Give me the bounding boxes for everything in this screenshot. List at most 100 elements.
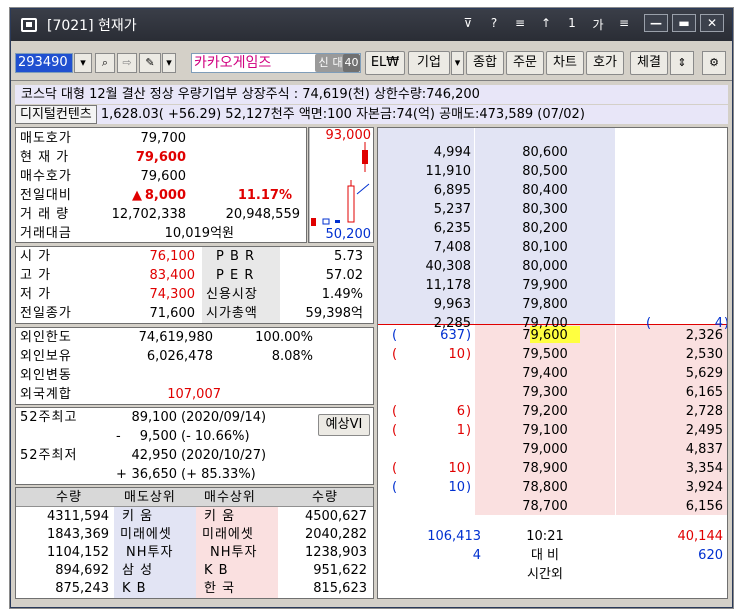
bid-qty: 5,629 bbox=[685, 366, 723, 381]
broker-row: 1843,369 미래에셋 미래에셋 2040,282 bbox=[16, 525, 373, 544]
order-book: 4,994 80,600 11,910 80,500 6,895 80,400 … bbox=[377, 127, 728, 599]
toolbar: 293490 ▾ ⌕ ⇨ ✎ ▾ 카카오게임즈 신 대 40 EL₩ 기업 ▾ … bbox=[11, 43, 732, 81]
el-button[interactable]: EL₩ bbox=[365, 51, 405, 75]
ask-row[interactable]: 40,308 80,000 bbox=[378, 257, 727, 276]
ask-price: 80,600 bbox=[522, 145, 568, 160]
bid-row[interactable]: 79,300 6,165 bbox=[378, 383, 727, 402]
ask-row[interactable]: 5,237 80,300 bbox=[378, 200, 727, 219]
ask-row[interactable]: 7,408 80,100 bbox=[378, 238, 727, 257]
wrench-icon[interactable]: ⚙ bbox=[702, 51, 726, 75]
mini-candle-chart[interactable]: 93,000 50,200 bbox=[308, 127, 374, 243]
prev-volume-value: 20,948,559 bbox=[225, 207, 300, 222]
low-value: 74,300 bbox=[149, 287, 196, 302]
market-cap-label: 시가총액 bbox=[206, 306, 258, 321]
help-icon[interactable]: ? bbox=[486, 16, 502, 33]
ask-qty: 40,308 bbox=[425, 259, 472, 274]
ask-row[interactable]: 11,178 79,900 bbox=[378, 276, 727, 295]
row-value: 79,700 bbox=[140, 131, 187, 146]
bid-price: 79,100 bbox=[522, 423, 568, 438]
bid-row[interactable]: 78,700 6,156 bbox=[378, 497, 727, 516]
bid-price: 79,300 bbox=[522, 385, 568, 400]
number-one-icon[interactable]: 1 bbox=[564, 16, 580, 33]
low-row: 저 가 74,300 신용시장 1.49% bbox=[16, 285, 373, 304]
chart-button[interactable]: 차트 bbox=[546, 51, 584, 75]
bid-row[interactable]: ( 6 ) 79,200 2,728 bbox=[378, 402, 727, 421]
menu-icon[interactable]: ≡ bbox=[616, 16, 632, 33]
maximize-button[interactable]: ▬ bbox=[672, 14, 696, 32]
execution-button[interactable]: 체결 bbox=[630, 51, 668, 75]
upload-icon[interactable]: ↑ bbox=[538, 16, 554, 33]
bid-row[interactable]: ( 637 ) 79,600 2,326 bbox=[378, 326, 727, 345]
row-label: 현 재 가 bbox=[20, 150, 70, 165]
ask-row[interactable]: 6,235 80,200 bbox=[378, 219, 727, 238]
ask-price: 80,400 bbox=[522, 183, 568, 198]
bid-row[interactable]: 79,400 5,629 bbox=[378, 364, 727, 383]
ask-price: 80,200 bbox=[522, 221, 568, 236]
ask-row[interactable]: 4,994 80,600 bbox=[378, 143, 727, 162]
sort-icon[interactable]: ⇕ bbox=[670, 51, 694, 75]
row-percent: 100.00% bbox=[255, 330, 313, 345]
bid-row[interactable]: ( 10 ) 79,500 2,530 bbox=[378, 345, 727, 364]
week52-low-diff-row: + 36,650 (+ 85.33%) bbox=[16, 465, 373, 484]
broker-row: 875,243 K B 한 국 815,623 bbox=[16, 579, 373, 598]
ask-price: 80,100 bbox=[522, 240, 568, 255]
buy-qty: 4500,627 bbox=[304, 509, 367, 524]
minimize-button[interactable]: — bbox=[644, 14, 668, 32]
sell-broker: 삼 성 bbox=[122, 563, 154, 578]
trade-amount-row: 거래대금 10,019억원 bbox=[16, 224, 306, 243]
sector-tag[interactable]: 디지털컨텐츠 bbox=[15, 105, 97, 124]
volume-row: 거 래 량 12,702,338 20,948,559 bbox=[16, 205, 306, 224]
bid-row[interactable]: ( 10 ) 78,800 3,924 bbox=[378, 478, 727, 497]
send-icon[interactable]: ⇨ bbox=[117, 53, 137, 73]
font-icon[interactable]: 가 bbox=[590, 16, 606, 33]
totals-row: 106,413 10:21 40,144 bbox=[378, 527, 727, 546]
market-cap-value: 59,398억 bbox=[305, 306, 363, 321]
overview-button[interactable]: 종합 bbox=[466, 51, 504, 75]
memo-icon[interactable]: ✎ bbox=[139, 53, 161, 73]
code-dropdown-icon[interactable]: ▾ bbox=[74, 53, 92, 73]
foreign-limit-row: 외인한도 74,619,980 100.00% bbox=[16, 328, 373, 347]
sell-qty: 4311,594 bbox=[46, 509, 109, 524]
bid-qty: 3,354 bbox=[685, 461, 723, 476]
ask-price: 80,300 bbox=[522, 202, 568, 217]
broker-row: 894,692 삼 성 K B 951,622 bbox=[16, 561, 373, 580]
bid-row[interactable]: 79,000 4,837 bbox=[378, 440, 727, 459]
row-label: 52주최저 bbox=[20, 448, 78, 463]
forecast-vi-button[interactable]: 예상VI bbox=[318, 414, 370, 436]
buy-qty: 951,622 bbox=[313, 563, 367, 578]
ask-row[interactable]: 6,895 80,400 bbox=[378, 181, 727, 200]
after-hours-row[interactable]: 시간외 bbox=[378, 565, 727, 584]
sell-broker: K B bbox=[122, 581, 147, 596]
bid-qty: 2,326 bbox=[685, 328, 723, 343]
credit-label: 신용시장 bbox=[206, 287, 258, 302]
bid-change: 637 bbox=[440, 328, 465, 343]
search-icon[interactable]: ⌕ bbox=[95, 53, 115, 73]
row-label: 저 가 bbox=[20, 287, 52, 302]
week52-low-row: 52주최저 42,950 (2020/10/27) bbox=[16, 446, 373, 465]
ask-row[interactable]: 9,963 79,800 bbox=[378, 295, 727, 314]
quote-button[interactable]: 호가 bbox=[586, 51, 624, 75]
close-button[interactable]: ✕ bbox=[700, 14, 724, 32]
current-price-window: [7021] 현재가 ⊽ ? ≡ ↑ 1 가 ≡ — ▬ ✕ 293490 ▾ … bbox=[10, 8, 733, 608]
bid-row[interactable]: ( 10 ) 78,900 3,354 bbox=[378, 459, 727, 478]
list-icon[interactable]: ≡ bbox=[512, 16, 528, 33]
title-bar[interactable]: [7021] 현재가 ⊽ ? ≡ ↑ 1 가 ≡ — ▬ ✕ bbox=[11, 9, 732, 41]
company-dropdown-icon[interactable]: ▾ bbox=[451, 51, 464, 75]
bid-price: 78,800 bbox=[522, 480, 568, 495]
row-label: 거 래 량 bbox=[20, 207, 70, 222]
bid-row[interactable]: ( 1 ) 79,100 2,495 bbox=[378, 421, 727, 440]
order-button[interactable]: 주문 bbox=[506, 51, 544, 75]
sell-qty: 894,692 bbox=[55, 563, 109, 578]
price-panel: 매도호가 79,700 현 재 가 79,600 매수호가 79,600 전일대… bbox=[15, 127, 307, 243]
current-price-row: 현 재 가 79,600 bbox=[16, 148, 306, 167]
row-label: 거래대금 bbox=[20, 226, 72, 241]
window-title: [7021] 현재가 bbox=[47, 18, 137, 34]
bid-price-row: 매수호가 79,600 bbox=[16, 167, 306, 186]
sell-qty: 875,243 bbox=[55, 581, 109, 596]
stock-code-input[interactable]: 293490 bbox=[15, 53, 73, 73]
ask-row[interactable]: 11,910 80,500 bbox=[378, 162, 727, 181]
company-button[interactable]: 기업 bbox=[408, 51, 450, 75]
per-value: 57.02 bbox=[325, 268, 363, 283]
filter-icon[interactable]: ⊽ bbox=[460, 16, 476, 33]
memo-dropdown-icon[interactable]: ▾ bbox=[162, 53, 176, 73]
